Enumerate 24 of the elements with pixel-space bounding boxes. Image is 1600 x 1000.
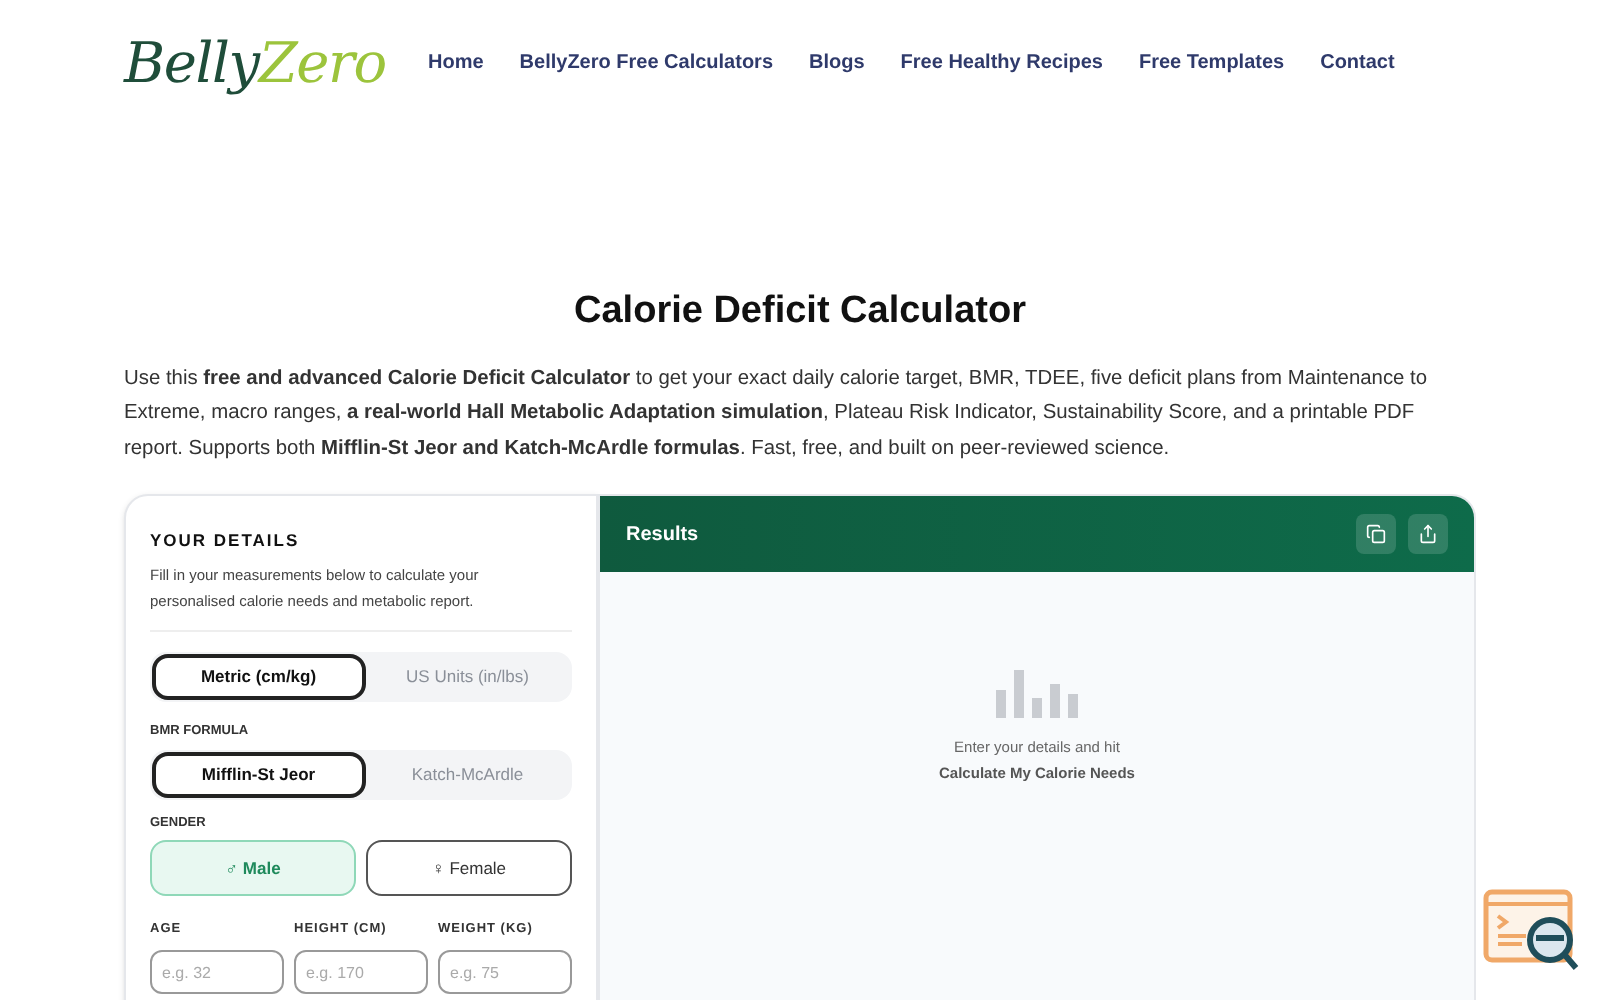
section-heading: YOUR DETAILS — [150, 528, 302, 554]
share-button[interactable] — [1408, 514, 1448, 554]
page-title: Calorie Deficit Calculator — [572, 288, 1028, 336]
nav-link[interactable]: BellyZero Free Calculators — [519, 47, 774, 77]
copy-icon — [1366, 524, 1386, 544]
input-field[interactable]: e.g. 75 — [438, 950, 572, 994]
nav-link[interactable]: Home — [428, 47, 484, 77]
gender-button[interactable]: ♀ Female — [366, 840, 572, 897]
code-search-icon[interactable] — [1482, 888, 1582, 976]
results-title: Results — [626, 521, 699, 549]
bar-chart-icon — [995, 670, 1079, 718]
share-icon — [1418, 524, 1438, 544]
logo[interactable]: BellyZero — [124, 27, 394, 97]
nav-link[interactable]: Free Templates — [1138, 47, 1285, 77]
input-field[interactable]: e.g. 32 — [150, 950, 284, 994]
copy-button[interactable] — [1356, 514, 1396, 554]
toggle-option[interactable]: Mifflin-St Jeor — [152, 751, 365, 797]
nav-link[interactable]: Blogs — [809, 47, 865, 77]
nav-link[interactable]: Free Healthy Recipes — [900, 47, 1103, 77]
intro-paragraph: Use this free and advanced Calorie Deficit Calculator to get your exact daily calorie target, BMR, TDEE, five deficit plans from Maintenance to Extreme, macro ranges, a real-world Hall Metabolic Adaptation simulation, Plateau Risk Indicator, Sustainability Score, and a printable PDF report. Supports both Mifflin-St Jeor and Katch-McArdle formulas. Fast, free, and built on peer-reviewed science. — [124, 365, 1430, 463]
gender-button[interactable]: ♂ Male — [150, 840, 356, 897]
input-field[interactable]: e.g. 170 — [294, 950, 428, 994]
nav-link[interactable]: Contact — [1320, 47, 1395, 77]
toggle-option[interactable]: Metric (cm/kg) — [152, 653, 365, 700]
